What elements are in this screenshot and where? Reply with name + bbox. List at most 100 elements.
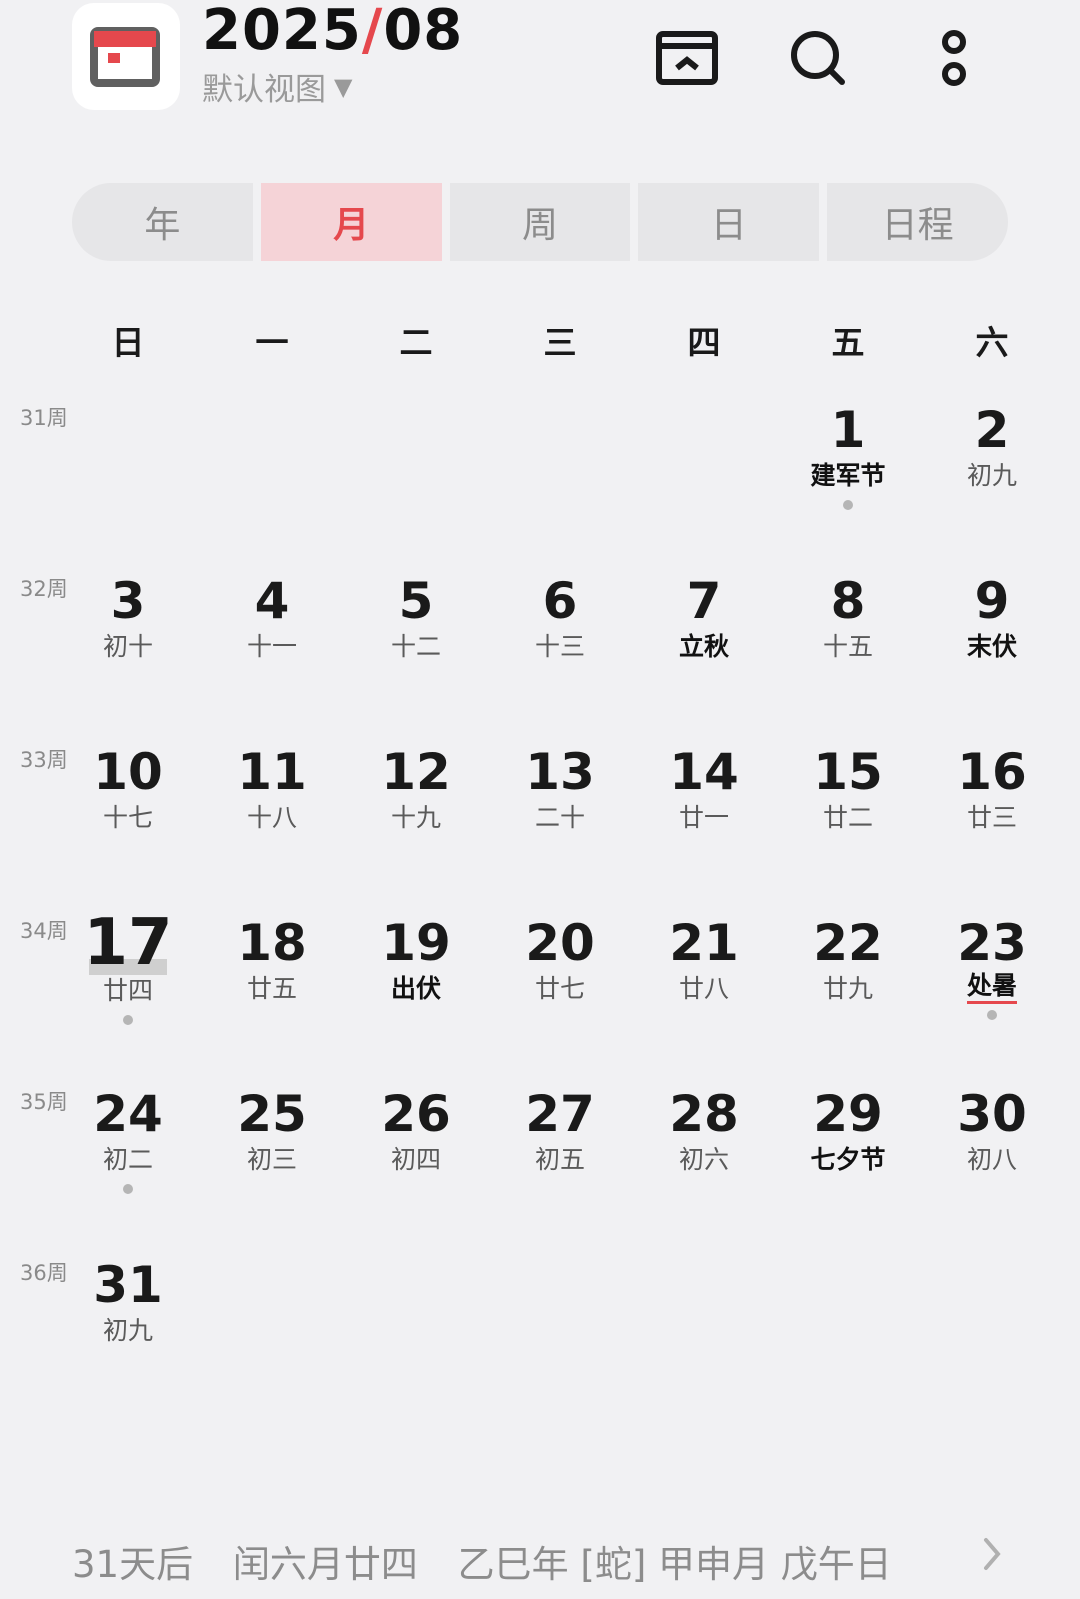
day-number: 31 xyxy=(93,1256,163,1314)
weekday-thu: 四 xyxy=(687,323,721,362)
day-cell[interactable]: 2 初九 xyxy=(920,400,1064,550)
day-cell[interactable]: 8 十五 xyxy=(776,571,920,721)
today-button[interactable] xyxy=(651,22,723,94)
lunar-label: 廿二 xyxy=(822,803,873,832)
year-text: 2025 xyxy=(202,0,362,63)
day-number: 24 xyxy=(93,1085,163,1143)
day-cell[interactable]: 6 十三 xyxy=(488,571,632,721)
day-cell[interactable]: 25 初三 xyxy=(200,1084,344,1234)
day-number: 28 xyxy=(669,1085,739,1143)
day-cell[interactable]: 13 二十 xyxy=(488,742,632,892)
day-cell[interactable]: 19 出伏 xyxy=(344,913,488,1063)
day-number: 30 xyxy=(957,1085,1027,1143)
day-cell[interactable]: 21 廿八 xyxy=(632,913,776,1063)
view-tabs: 年 月 周 日 日程 xyxy=(72,183,1008,261)
day-cell[interactable]: 23 处暑 xyxy=(920,913,1064,1063)
search-icon xyxy=(791,31,845,85)
lunar-label: 初五 xyxy=(534,1145,585,1174)
view-selector[interactable]: 默认视图 ▼ xyxy=(202,64,352,109)
tab-day[interactable]: 日 xyxy=(638,183,820,261)
lunar-label: 廿八 xyxy=(678,974,729,1003)
day-number: 17 xyxy=(83,906,173,980)
event-dot xyxy=(987,1010,997,1020)
month-title[interactable]: 2025/08 xyxy=(202,0,463,63)
ganzhi-text: 乙巳年 [蛇] 甲申月 戊午日 xyxy=(457,1543,892,1586)
tab-agenda[interactable]: 日程 xyxy=(827,183,1008,261)
day-number: 8 xyxy=(830,572,866,630)
lunar-label: 廿七 xyxy=(534,974,585,1003)
event-dot xyxy=(123,1015,133,1025)
day-cell[interactable]: 28 初六 xyxy=(632,1084,776,1234)
lunar-label: 初八 xyxy=(966,1145,1017,1174)
lunar-label: 初三 xyxy=(246,1145,297,1174)
day-number: 13 xyxy=(525,743,595,801)
more-button[interactable] xyxy=(918,22,990,94)
lunar-label: 十八 xyxy=(246,803,297,832)
day-cell[interactable]: 12 十九 xyxy=(344,742,488,892)
weekday-tue: 二 xyxy=(399,323,433,362)
lunar-label: 十一 xyxy=(246,632,297,661)
day-number: 27 xyxy=(525,1085,595,1143)
day-cell[interactable]: 27 初五 xyxy=(488,1084,632,1234)
day-cell[interactable]: 26 初四 xyxy=(344,1084,488,1234)
day-cell[interactable]: 22 廿九 xyxy=(776,913,920,1063)
day-cell[interactable]: 14 廿一 xyxy=(632,742,776,892)
day-cell[interactable]: 5 十二 xyxy=(344,571,488,721)
day-cell[interactable]: 7 立秋 xyxy=(632,571,776,721)
chevron-down-icon: ▼ xyxy=(334,72,353,101)
day-number: 3 xyxy=(110,572,146,630)
lunar-label: 十五 xyxy=(822,632,873,661)
lunar-label: 建军节 xyxy=(810,461,886,490)
weekday-mon: 一 xyxy=(255,323,289,362)
day-cell[interactable]: 1 建军节 xyxy=(776,400,920,550)
day-cell[interactable]: 30 初八 xyxy=(920,1084,1064,1234)
lunar-label: 廿三 xyxy=(966,803,1017,832)
lunar-label: 十二 xyxy=(390,632,441,661)
day-cell[interactable]: 10 十七 xyxy=(56,742,200,892)
day-cell[interactable]: 4 十一 xyxy=(200,571,344,721)
chevron-right-icon[interactable] xyxy=(980,1534,1004,1578)
lunar-info-bar[interactable]: 31天后 闰六月廿四 乙巳年 [蛇] 甲申月 戊午日 xyxy=(72,1534,920,1588)
day-cell[interactable]: 18 廿五 xyxy=(200,913,344,1063)
lunar-label: 初九 xyxy=(102,1316,153,1345)
day-number: 6 xyxy=(542,572,578,630)
week-number-label: 31周 xyxy=(20,406,68,430)
day-cell[interactable]: 16 廿三 xyxy=(920,742,1064,892)
day-cell-today[interactable]: 17 廿四 xyxy=(56,906,200,1063)
day-cell[interactable]: 11 十八 xyxy=(200,742,344,892)
day-cell[interactable]: 3 初十 xyxy=(56,571,200,721)
day-number: 4 xyxy=(254,572,290,630)
lunar-label: 初六 xyxy=(678,1145,729,1174)
day-number: 19 xyxy=(381,914,451,972)
day-number: 21 xyxy=(669,914,739,972)
lunar-label: 初四 xyxy=(390,1145,441,1174)
tab-month[interactable]: 月 xyxy=(260,183,442,261)
day-number: 5 xyxy=(398,572,434,630)
view-label: 默认视图 xyxy=(202,72,326,108)
day-number: 22 xyxy=(813,914,883,972)
day-number: 20 xyxy=(525,914,595,972)
day-cell[interactable]: 29 七夕节 xyxy=(776,1084,920,1234)
lunar-label: 廿五 xyxy=(246,974,297,1003)
lunar-label: 十三 xyxy=(534,632,585,661)
day-number: 26 xyxy=(381,1085,451,1143)
lunar-label: 十七 xyxy=(102,803,153,832)
today-icon xyxy=(656,31,718,85)
day-number: 16 xyxy=(957,743,1027,801)
tab-week[interactable]: 周 xyxy=(449,183,631,261)
day-cell[interactable]: 31 初九 xyxy=(56,1255,200,1405)
lunar-label: 处暑 xyxy=(966,971,1017,1004)
day-number: 14 xyxy=(669,743,739,801)
day-cell[interactable]: 15 廿二 xyxy=(776,742,920,892)
day-cell[interactable]: 9 末伏 xyxy=(920,571,1064,721)
search-button[interactable] xyxy=(782,22,854,94)
day-number: 7 xyxy=(686,572,722,630)
day-cell[interactable]: 20 廿七 xyxy=(488,913,632,1063)
day-cell[interactable]: 24 初二 xyxy=(56,1084,200,1234)
month-text: 08 xyxy=(383,0,464,63)
tab-year[interactable]: 年 xyxy=(72,183,253,261)
lunar-label: 廿一 xyxy=(678,803,729,832)
weekday-fri: 五 xyxy=(831,323,865,362)
lunar-date-text: 闰六月廿四 xyxy=(232,1543,418,1586)
app-calendar-icon[interactable] xyxy=(72,3,180,110)
